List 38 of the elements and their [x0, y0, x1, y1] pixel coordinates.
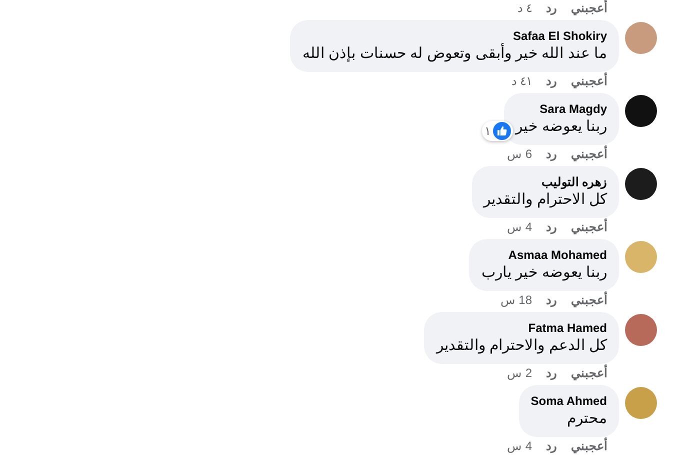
- reply-link[interactable]: رد: [546, 73, 557, 89]
- reply-link[interactable]: رد: [546, 146, 557, 162]
- comment-time: ٤١ د: [512, 73, 532, 89]
- reaction-badge[interactable]: ١: [482, 121, 513, 141]
- comment-text: ربنا يعوضه خير يارب: [481, 263, 607, 283]
- like-link[interactable]: أعجبني: [571, 365, 607, 381]
- comment-time: 4 س: [506, 219, 532, 235]
- comment-time: 2 س: [506, 365, 532, 381]
- comment-time: 18 س: [500, 292, 532, 308]
- reply-link[interactable]: رد: [546, 438, 557, 454]
- avatar[interactable]: [625, 168, 657, 200]
- comment-time: 6 س: [506, 146, 532, 162]
- like-link[interactable]: أعجبني: [571, 292, 607, 308]
- reply-link[interactable]: رد: [546, 292, 557, 308]
- like-link[interactable]: أعجبني: [571, 0, 607, 16]
- like-link[interactable]: أعجبني: [571, 219, 607, 235]
- comment-time: ٤ د: [518, 0, 532, 16]
- reply-link[interactable]: رد: [546, 365, 557, 381]
- comment-time: 4 س: [506, 438, 532, 454]
- like-link[interactable]: أعجبني: [571, 73, 607, 89]
- like-link[interactable]: أعجبني: [571, 146, 607, 162]
- commenter-name[interactable]: Safaa El Shokiry: [512, 28, 607, 44]
- comment-text: محترم: [567, 409, 607, 429]
- commenter-name[interactable]: Sara Magdy: [540, 101, 607, 117]
- comment-text: كل الاحترام والتقدير: [484, 190, 607, 210]
- commenter-name[interactable]: Fatma Hamed: [528, 320, 607, 336]
- reaction-count: ١: [484, 123, 491, 140]
- reply-link[interactable]: رد: [546, 0, 557, 16]
- avatar[interactable]: [625, 95, 657, 127]
- comment-text: ما عند الله خير وأبقى وتعوض له حسنات بإذن الله: [302, 44, 607, 64]
- reply-link[interactable]: رد: [546, 219, 557, 235]
- thumbs-up-icon: [492, 122, 511, 140]
- like-link[interactable]: أعجبني: [571, 438, 607, 454]
- commenter-name[interactable]: Asmaa Mohamed: [508, 247, 607, 263]
- commenter-name[interactable]: Soma Ahmed: [530, 393, 607, 409]
- comment-text: ربنا يعوضه خير: [516, 117, 607, 137]
- comment-text: كل الدعم والاحترام والتقدير: [436, 336, 607, 356]
- commenter-name[interactable]: زهره التوليب: [542, 174, 607, 190]
